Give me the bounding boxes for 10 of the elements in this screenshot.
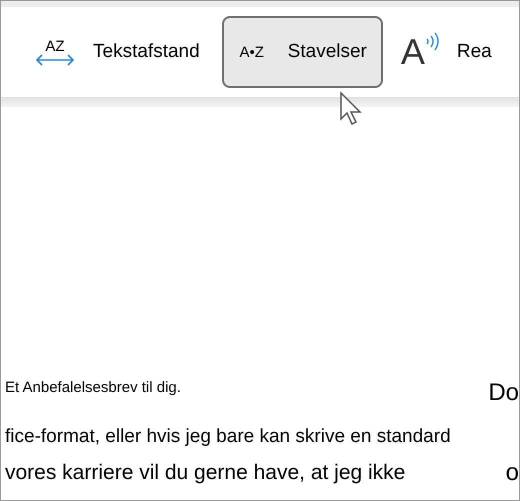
syllables-icon: A•Z: [234, 44, 270, 60]
document-text: o: [506, 459, 519, 487]
toolbar-button[interactable]: A•Z Stavelser: [222, 16, 383, 88]
mouse-cursor-icon: [339, 91, 363, 127]
document-text: Do: [488, 379, 519, 407]
document-text: vores karriere vil du gerne have, at jeg ikke: [5, 460, 406, 486]
document-text: Et Anbefalelsesbrev til dig.: [5, 379, 181, 396]
toolbar-button[interactable]: AZ Tekstafstand: [23, 16, 216, 88]
document-text: fice-format, eller hvis jeg bare kan skrive en standard: [5, 425, 452, 449]
toolbar-button[interactable]: A Rea: [388, 16, 508, 88]
